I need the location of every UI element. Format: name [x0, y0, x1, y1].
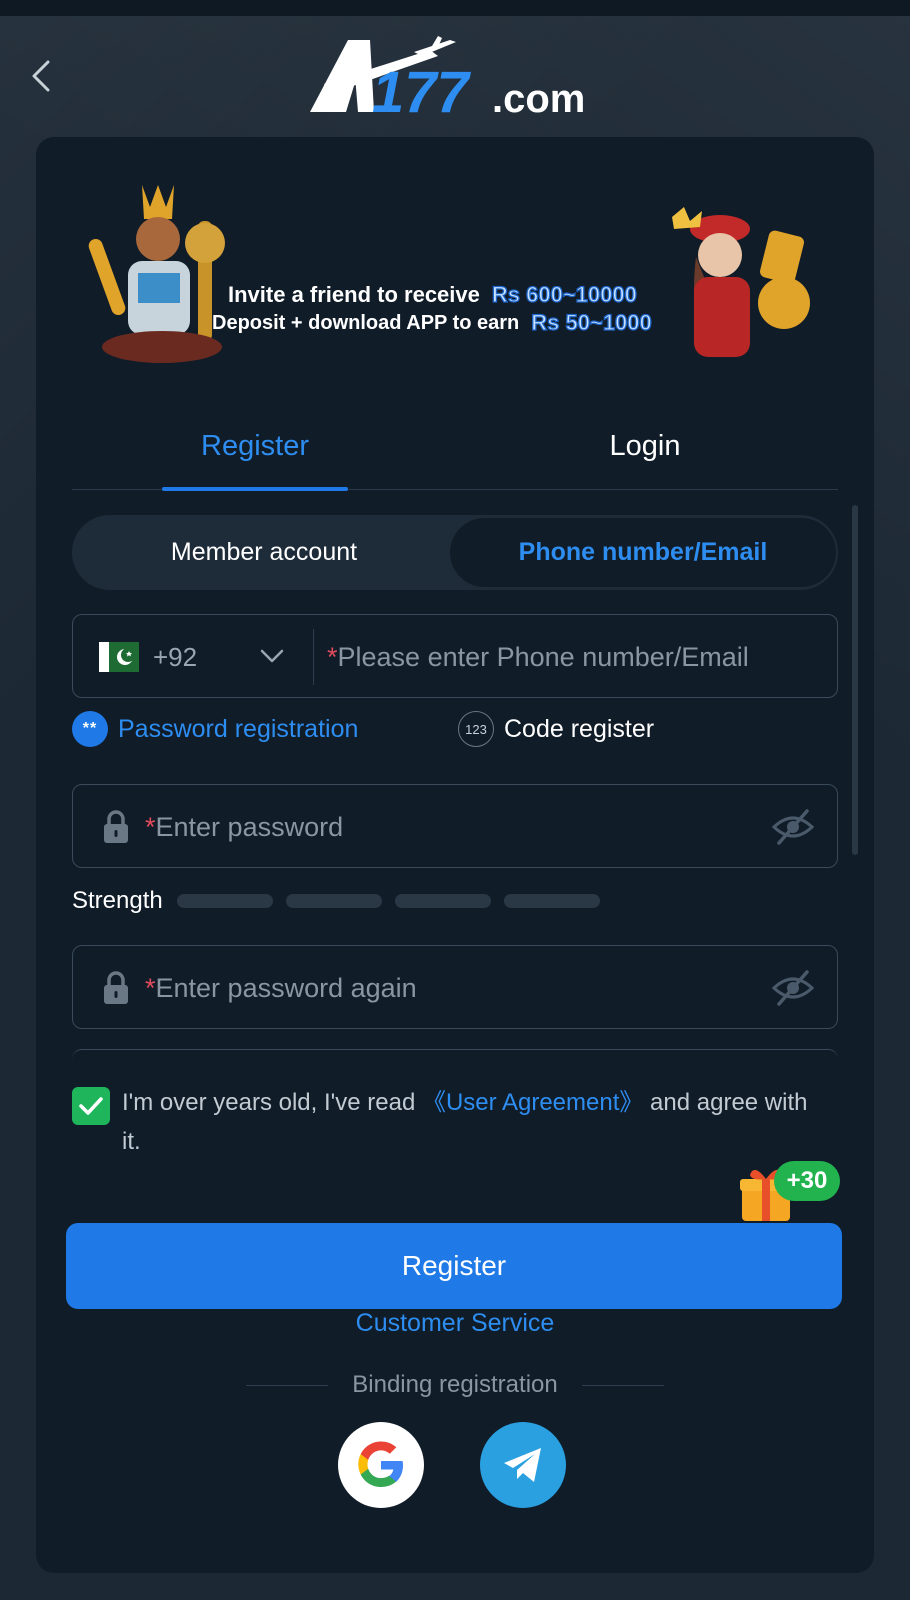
auth-tabs: Register Login [72, 402, 838, 491]
banner-line2: Deposit + download APP to earn [212, 311, 520, 334]
eye-off-icon[interactable] [771, 807, 815, 847]
logo-suffix: .com [492, 77, 585, 121]
password-placeholder: Enter password [155, 812, 344, 842]
promo-banner[interactable]: Invite a friend to receive Rs 600~10000 … [72, 177, 838, 367]
code-register-label: Code register [504, 714, 655, 743]
code-mode-icon: 123 [458, 711, 494, 747]
binding-label: Binding registration [352, 1371, 558, 1398]
password-input[interactable]: *Enter password [145, 785, 343, 869]
tab-login[interactable]: Login [552, 402, 738, 490]
active-tab-indicator [162, 487, 348, 491]
divider-line [246, 1384, 329, 1386]
customer-service-link[interactable]: Customer Service [36, 1303, 874, 1343]
required-mark: * [145, 973, 156, 1003]
eye-off-icon[interactable] [771, 968, 815, 1008]
strength-label: Strength [72, 887, 163, 914]
password-confirm-input[interactable]: *Enter password again [145, 946, 417, 1030]
telegram-login-button[interactable] [480, 1422, 566, 1508]
status-strip [0, 0, 910, 16]
member-account-option[interactable]: Member account [72, 515, 456, 590]
register-button[interactable]: Register [66, 1223, 842, 1309]
chevron-left-icon [32, 60, 50, 92]
next-field-edge [72, 1049, 838, 1059]
bonus-badge: +30 [774, 1161, 840, 1201]
chevron-down-icon[interactable] [259, 645, 285, 667]
register-modes: ** Password registration 123 Code regist… [72, 709, 838, 749]
required-mark: * [327, 642, 338, 672]
country-code[interactable]: +92 [153, 615, 197, 699]
code-register-option[interactable]: 123 Code register [458, 709, 654, 749]
google-icon [358, 1441, 403, 1487]
strength-segment [176, 894, 273, 908]
google-login-button[interactable] [338, 1422, 424, 1508]
banner-amount1: Rs 600~10000 [491, 281, 637, 307]
agreement-prefix: I'm over years old, I've read [122, 1089, 422, 1116]
back-button[interactable] [26, 58, 56, 94]
user-agreement-link[interactable]: 《User Agreement》 [422, 1089, 643, 1116]
password-confirm-placeholder: Enter password again [155, 973, 417, 1003]
password-mode-icon: ** [72, 711, 108, 747]
password-registration-option[interactable]: ** Password registration [72, 709, 358, 749]
banner-amount2: Rs 50~1000 [531, 309, 653, 335]
strength-segment [285, 894, 382, 908]
telegram-icon [504, 1448, 541, 1482]
logo-number: 177 [372, 60, 472, 122]
account-type-toggle: Member account Phone number/Email [72, 515, 838, 590]
pilot-illustration [672, 207, 810, 357]
field-divider [313, 629, 314, 685]
password-confirm-field: *Enter password again [72, 945, 838, 1029]
lock-icon [104, 971, 128, 1004]
divider-line [581, 1384, 664, 1386]
agreement-text: I'm over years old, I've read 《User Agre… [122, 1083, 822, 1161]
binding-registration: Binding registration [36, 1365, 874, 1405]
lock-icon [104, 810, 128, 843]
strength-segment [503, 894, 600, 908]
agree-checkbox[interactable] [72, 1087, 110, 1125]
auth-card: Invite a friend to receive Rs 600~10000 … [36, 137, 874, 1573]
phone-email-option[interactable]: Phone number/Email [450, 518, 836, 587]
check-icon [79, 1097, 103, 1115]
warrior-illustration [88, 185, 225, 363]
scrollbar[interactable] [852, 505, 858, 855]
strength-segment [394, 894, 491, 908]
phone-email-input[interactable]: *Please enter Phone number/Email [327, 615, 749, 699]
banner-line1: Invite a friend to receive [228, 282, 480, 307]
password-registration-label: Password registration [118, 714, 359, 743]
password-strength: Strength [72, 885, 613, 917]
phone-placeholder: Please enter Phone number/Email [337, 642, 749, 672]
pakistan-flag-icon[interactable] [99, 642, 139, 672]
tab-register[interactable]: Register [162, 402, 348, 490]
banner-text: Invite a friend to receive Rs 600~10000 … [212, 281, 692, 336]
site-logo: 177 .com [310, 32, 610, 125]
required-mark: * [145, 812, 156, 842]
phone-field: +92 *Please enter Phone number/Email [72, 614, 838, 698]
password-field: *Enter password [72, 784, 838, 868]
